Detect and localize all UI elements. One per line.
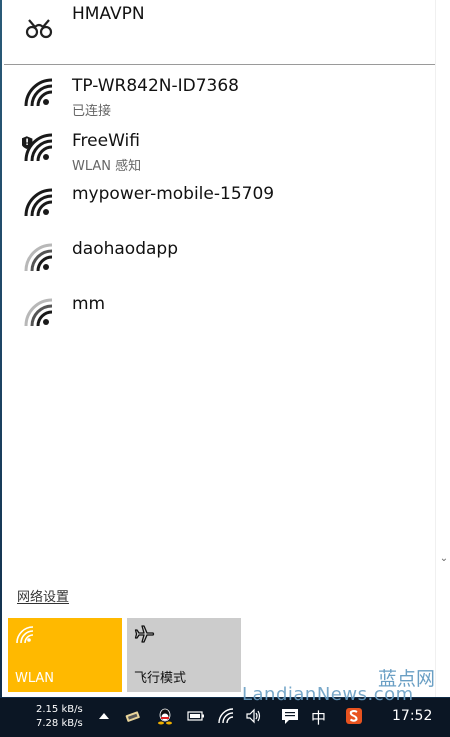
network-status: 已连接 [72,104,112,119]
airplane-mode-label: 飞行模式 [134,671,187,686]
network-flyout: HMAVPN TP-WR842N-ID7368 已连接 FreeWifi WLA… [2,0,436,697]
volume-icon[interactable] [245,707,263,725]
battery-icon[interactable] [187,707,205,725]
ime-indicator[interactable]: 中 [311,707,326,728]
network-item[interactable]: TP-WR842N-ID7368 已连接 [2,66,436,121]
network-item[interactable]: FreeWifi WLAN 感知 [2,121,436,176]
airplane-icon [134,625,155,643]
network-item[interactable]: mm [2,286,436,341]
sogou-ime-icon[interactable] [345,707,363,725]
network-ssid: daohaodapp [72,239,178,259]
wifi-signal-icon [24,188,53,217]
wifi-signal-icon [24,78,53,107]
vpn-item[interactable]: HMAVPN [2,0,436,55]
divider [4,64,436,65]
network-ssid: FreeWifi [72,131,140,151]
wlan-label: WLAN [15,671,55,686]
action-center-icon[interactable] [281,707,299,725]
upload-speed: 2.15 kB/s [36,704,83,715]
airplane-mode-tile[interactable]: 飞行模式 [127,618,241,692]
wifi-weak-icon [24,243,53,272]
network-settings-link[interactable]: 网络设置 [17,586,69,605]
download-speed: 7.28 kB/s [36,718,83,729]
chevron-down-icon[interactable]: ⌄ [439,554,449,564]
vpn-icon [25,19,53,39]
network-item[interactable]: mypower-mobile-15709 [2,176,436,231]
chevron-up-icon[interactable] [97,710,111,722]
wifi-icon [16,626,34,644]
watermark-en: LandianNews.com [242,684,414,705]
wifi-tray-icon[interactable] [217,707,235,725]
qq-icon[interactable] [156,707,174,725]
device-icon[interactable] [124,707,142,725]
wifi-weak-icon [24,298,53,327]
network-ssid: mm [72,294,106,314]
wlan-toggle-tile[interactable]: WLAN [8,618,122,692]
wifi-shield-icon [22,133,53,162]
network-ssid: mypower-mobile-15709 [72,184,275,204]
network-item[interactable]: daohaodapp [2,231,436,286]
clock[interactable]: 17:52 [392,708,432,724]
network-status: WLAN 感知 [72,159,142,174]
network-speed-meter: 2.15 kB/s 7.28 kB/s [36,703,83,731]
scrollbar[interactable]: ⌄ [435,0,450,697]
vpn-name: HMAVPN [72,4,145,24]
network-ssid: TP-WR842N-ID7368 [72,76,239,96]
